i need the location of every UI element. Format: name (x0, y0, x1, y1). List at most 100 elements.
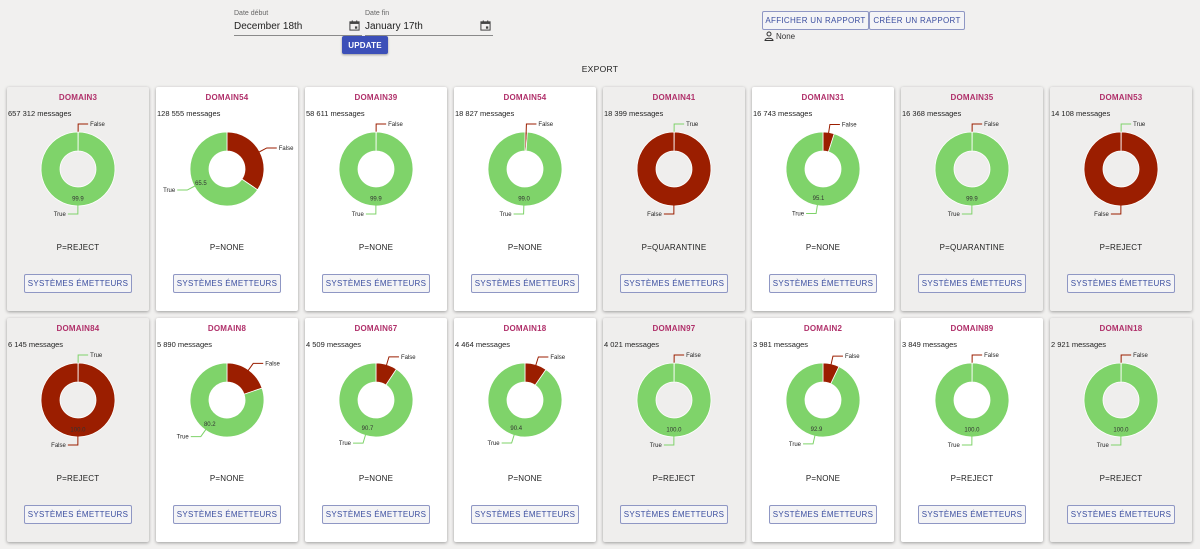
domain-card: DOMAIN2 3 981 messages False True 92.9 P=NONE… (752, 318, 894, 542)
slice-label: False (842, 123, 857, 129)
start-date-field[interactable]: Date début December 18th (234, 10, 362, 36)
domain-title: DOMAIN18 (1099, 324, 1143, 333)
slice-value: 99.9 (966, 196, 978, 202)
show-report-button[interactable]: AFFICHER UN RAPPORT (762, 11, 869, 30)
policy-label: P=NONE (358, 243, 394, 252)
leader-line (257, 147, 277, 154)
end-date-label: Date fin (365, 10, 390, 17)
sending-systems-button[interactable]: SYSTÈMES ÉMETTEURS (24, 274, 132, 293)
dmarc-donut-chart: False True 65.5 (163, 131, 294, 207)
slice-true (338, 362, 414, 438)
policy-label: P=NONE (507, 474, 543, 483)
domain-title: DOMAIN3 (58, 93, 98, 102)
start-date-value[interactable]: December 18th (234, 21, 302, 32)
message-count: 18 827 messages (455, 109, 515, 118)
slice-label: True (686, 122, 699, 128)
start-date-label: Date début (234, 10, 269, 17)
policy-label: P=QUARANTINE (939, 243, 1005, 252)
message-count: 2 921 messages (1051, 340, 1107, 349)
slice-label: False (984, 122, 999, 128)
domain-title: DOMAIN53 (1099, 93, 1143, 102)
policy-label: P=NONE (358, 474, 394, 483)
dmarc-donut-chart: False0.1True99.9 (338, 122, 414, 218)
domain-card: DOMAIN3 657 312 messages False0.1True99.9 P… (7, 87, 149, 311)
domain-title: DOMAIN39 (354, 93, 398, 102)
domain-title: DOMAIN41 (652, 93, 696, 102)
sending-systems-button[interactable]: SYSTÈMES ÉMETTEURS (173, 505, 281, 524)
slice-label: False (265, 361, 280, 367)
sending-systems-button[interactable]: SYSTÈMES ÉMETTEURS (322, 505, 430, 524)
message-count: 3 849 messages (902, 340, 958, 349)
dmarc-donut-chart: False True 100.0 (636, 353, 712, 449)
domain-title: DOMAIN67 (354, 324, 398, 333)
toolbar: Date début December 18th Date fin Januar… (0, 0, 1200, 80)
domain-card: DOMAIN53 14 108 messages True False P=REJECT… (1050, 87, 1192, 311)
sending-systems-button[interactable]: SYSTÈMES ÉMETTEURS (471, 274, 579, 293)
slice-label: True (177, 435, 190, 441)
slice-true (934, 131, 1010, 207)
slice-label: False (1094, 212, 1109, 218)
sending-systems-button[interactable]: SYSTÈMES ÉMETTEURS (918, 274, 1026, 293)
slice-label: True (948, 443, 961, 449)
slice-true (338, 131, 414, 207)
sending-systems-button[interactable]: SYSTÈMES ÉMETTEURS (1067, 505, 1175, 524)
sending-systems-button[interactable]: SYSTÈMES ÉMETTEURS (173, 274, 281, 293)
sending-systems-button[interactable]: SYSTÈMES ÉMETTEURS (471, 505, 579, 524)
export-button[interactable]: EXPORT (570, 64, 630, 74)
create-report-button[interactable]: CRÉER UN RAPPORT (869, 11, 965, 30)
slice-true (40, 131, 116, 207)
dmarc-donut-chart: False0.1True99.9 (40, 122, 116, 218)
policy-label: P=REJECT (1099, 474, 1143, 483)
sending-systems-button[interactable]: SYSTÈMES ÉMETTEURS (918, 505, 1026, 524)
slice-label: False (647, 212, 662, 218)
update-button[interactable]: UPDATE (342, 36, 388, 54)
message-count: 14 108 messages (1051, 109, 1111, 118)
calendar-icon[interactable] (349, 20, 360, 31)
slice-label: True (163, 188, 176, 194)
slice-label: True (54, 212, 67, 218)
message-count: 4 464 messages (455, 340, 511, 349)
calendar-icon[interactable] (480, 20, 491, 31)
end-date-value[interactable]: January 17th (365, 21, 423, 32)
end-date-field[interactable]: Date fin January 17th (365, 10, 493, 36)
domain-title: DOMAIN84 (56, 324, 100, 333)
slice-label: False (1133, 353, 1148, 359)
dmarc-donut-chart: False True 90.7 (338, 355, 416, 447)
slice-false (636, 131, 712, 207)
domain-card: DOMAIN67 4 509 messages False True 90.7 P=NON… (305, 318, 447, 542)
sending-systems-button[interactable]: SYSTÈMES ÉMETTEURS (1067, 274, 1175, 293)
slice-label: False (984, 353, 999, 359)
slice-true (934, 362, 1010, 438)
message-count: 18 399 messages (604, 109, 664, 118)
slice-false (1083, 131, 1159, 207)
slice-value: 90.4 (510, 426, 522, 432)
domain-card: DOMAIN89 3 849 messages False True 100.0 P=RE… (901, 318, 1043, 542)
slice-true (785, 131, 861, 207)
sending-systems-button[interactable]: SYSTÈMES ÉMETTEURS (620, 274, 728, 293)
message-count: 6 145 messages (8, 340, 64, 349)
policy-label: P=NONE (507, 243, 543, 252)
sending-systems-button[interactable]: SYSTÈMES ÉMETTEURS (24, 505, 132, 524)
slice-value: 99.0 (518, 196, 530, 202)
sending-systems-button[interactable]: SYSTÈMES ÉMETTEURS (620, 505, 728, 524)
slice-label: False (388, 122, 403, 128)
slice-true (785, 362, 861, 438)
slice-label: True (352, 212, 365, 218)
sending-systems-button[interactable]: SYSTÈMES ÉMETTEURS (769, 505, 877, 524)
dmarc-donut-chart: True False (636, 122, 712, 218)
policy-label: P=REJECT (1099, 243, 1143, 252)
slice-value: 100.0 (70, 427, 86, 433)
domain-card: DOMAIN18 4 464 messages False True 90.4 P=NON… (454, 318, 596, 542)
dmarc-donut-chart: True False 100.0 (40, 353, 116, 449)
slice-true (487, 362, 563, 438)
sending-systems-button[interactable]: SYSTÈMES ÉMETTEURS (322, 274, 430, 293)
sending-systems-button[interactable]: SYSTÈMES ÉMETTEURS (769, 274, 877, 293)
slice-false (40, 362, 116, 438)
user-selector[interactable]: None (764, 31, 795, 41)
user-name: None (776, 31, 796, 41)
policy-label: P=REJECT (56, 243, 100, 252)
message-count: 657 312 messages (8, 109, 72, 118)
slice-label: True (789, 442, 802, 448)
dmarc-donut-chart: False True 92.9 (785, 354, 861, 448)
message-count: 16 368 messages (902, 109, 962, 118)
